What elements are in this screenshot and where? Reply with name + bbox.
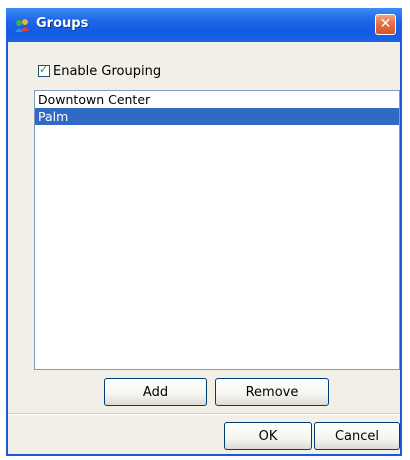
groups-dialog: Groups ✕ ✓ Enable Grouping Downtown Cent…: [6, 8, 402, 456]
list-item[interactable]: Downtown Center: [35, 91, 399, 108]
ok-button[interactable]: OK: [224, 422, 312, 450]
add-button[interactable]: Add: [104, 378, 207, 406]
groups-icon: [15, 19, 29, 32]
list-item-selected[interactable]: Palm: [35, 108, 399, 125]
close-icon: ✕: [379, 16, 392, 32]
checkmark-icon: ✓: [39, 63, 49, 76]
button-divider: [8, 413, 400, 415]
enable-grouping-checkbox[interactable]: ✓: [38, 63, 50, 77]
title-bar[interactable]: Groups ✕: [6, 8, 402, 42]
close-button[interactable]: ✕: [375, 14, 396, 35]
window-title: Groups: [36, 16, 89, 31]
remove-button[interactable]: Remove: [215, 378, 329, 406]
groups-listbox[interactable]: Downtown Center Palm: [34, 90, 400, 370]
enable-grouping-label[interactable]: Enable Grouping: [53, 64, 161, 79]
cancel-button[interactable]: Cancel: [314, 422, 400, 450]
enable-grouping-option[interactable]: ✓ Enable Grouping: [38, 62, 161, 80]
